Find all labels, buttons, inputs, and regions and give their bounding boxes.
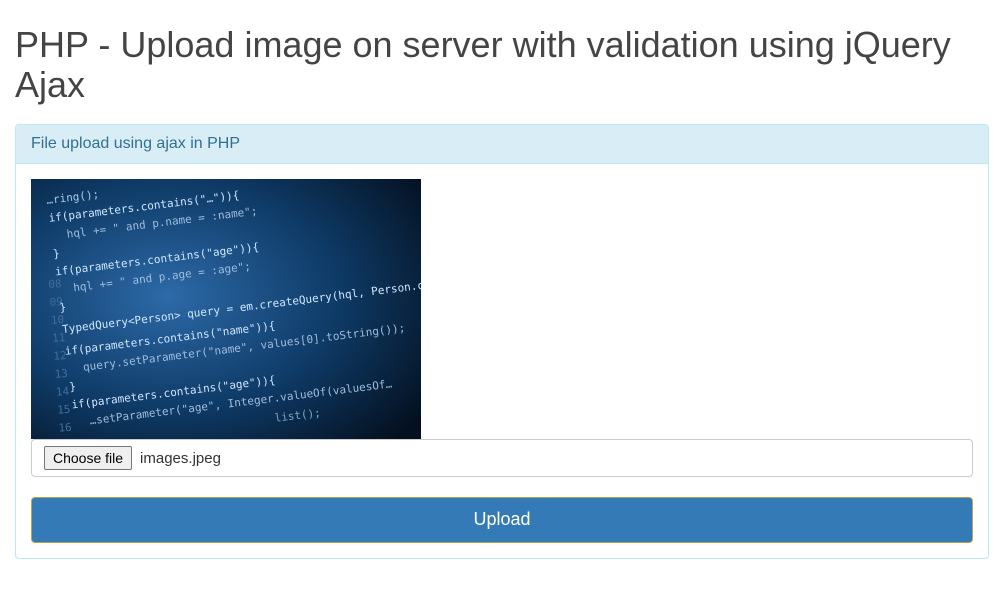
file-input[interactable]: Choose file images.jpeg (31, 439, 973, 477)
code-image-icon: 08 09 10 11 12 13 14 15 16 …ring(); if(p… (31, 179, 421, 439)
panel-body: 08 09 10 11 12 13 14 15 16 …ring(); if(p… (16, 164, 988, 558)
image-preview: 08 09 10 11 12 13 14 15 16 …ring(); if(p… (31, 179, 421, 439)
svg-text:15: 15 (57, 403, 71, 417)
svg-text:16: 16 (58, 421, 72, 435)
choose-file-button[interactable]: Choose file (44, 446, 132, 470)
upload-button[interactable]: Upload (31, 497, 973, 543)
selected-file-name: images.jpeg (140, 450, 221, 467)
page-title: PHP - Upload image on server with valida… (15, 25, 989, 104)
svg-text:08: 08 (48, 277, 62, 291)
panel-heading: File upload using ajax in PHP (16, 125, 988, 164)
svg-text:13: 13 (54, 367, 68, 381)
svg-text:14: 14 (55, 385, 69, 399)
page-container: PHP - Upload image on server with valida… (0, 0, 1004, 574)
upload-panel: File upload using ajax in PHP 08 (15, 124, 989, 559)
